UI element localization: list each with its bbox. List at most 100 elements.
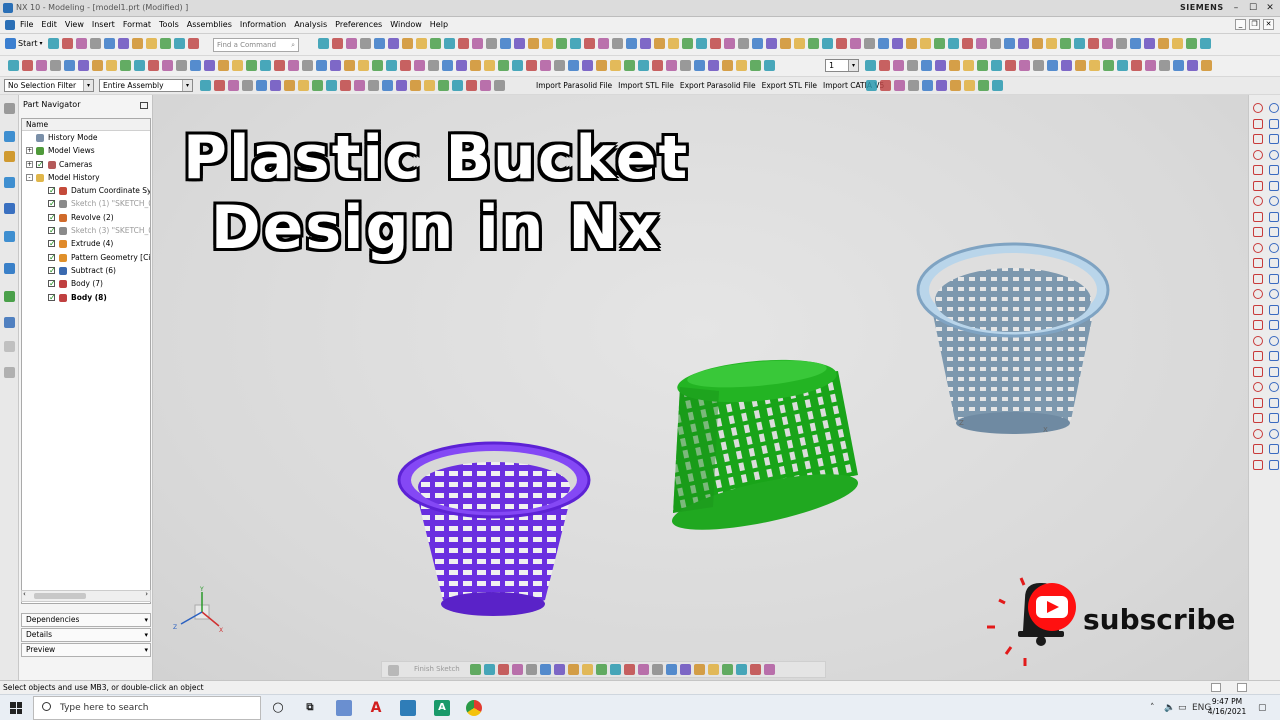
sketch-curve-tool-icon[interactable] [526,664,537,675]
tree-row[interactable]: History Mode [22,131,150,144]
display-tool-icon[interactable] [1103,60,1114,71]
snap-tool-icon[interactable] [466,80,477,91]
doc-restore-button[interactable]: ❐ [1249,19,1260,30]
sketch-curve-tool-icon[interactable] [750,664,761,675]
curve-tool-icon[interactable] [1269,118,1279,129]
snap-tool-icon[interactable] [396,80,407,91]
menu-analysis[interactable]: Analysis [294,20,327,29]
modeling-tool-icon[interactable] [976,38,987,49]
display-tool-icon[interactable] [1117,60,1128,71]
snap-tool-icon[interactable] [368,80,379,91]
snap-tool-icon[interactable] [326,80,337,91]
display-tool-icon[interactable] [1019,60,1030,71]
doc-close-button[interactable]: ✕ [1263,19,1274,30]
curve-tool-icon[interactable] [1269,428,1279,439]
misc-tool-icon[interactable] [894,80,905,91]
feature-tool-icon[interactable] [22,60,33,71]
cad-link-import-stl-file[interactable]: Import STL File [618,81,674,90]
curve-tool-icon[interactable] [1253,320,1263,330]
curve-tool-icon[interactable] [1253,149,1263,160]
file-tool-icon[interactable] [118,38,129,49]
menu-assemblies[interactable]: Assemblies [187,20,232,29]
file-tool-icon[interactable] [174,38,185,49]
nx-menu-icon[interactable] [5,20,15,30]
feature-tool-icon[interactable] [498,60,509,71]
task-view-icon[interactable]: ⧉ [302,700,318,716]
display-tool-icon[interactable] [865,60,876,71]
curve-tool-icon[interactable] [1253,180,1263,191]
modeling-tool-icon[interactable] [724,38,735,49]
modeling-tool-icon[interactable] [766,38,777,49]
modeling-tool-icon[interactable] [332,38,343,49]
modeling-tool-icon[interactable] [1046,38,1057,49]
curve-tool-icon[interactable] [1269,335,1279,346]
modeling-tool-icon[interactable] [612,38,623,49]
modeling-tool-icon[interactable] [1102,38,1113,49]
history-icon[interactable] [4,291,15,302]
sketch-curve-tool-icon[interactable] [540,664,551,675]
part-navigator-icon[interactable] [4,177,15,188]
tree-row[interactable]: Revolve (2) [22,211,150,224]
tree-row[interactable]: + Cameras [22,158,150,171]
visibility-checkbox[interactable] [48,251,56,264]
snap-tool-icon[interactable] [438,80,449,91]
feature-tool-icon[interactable] [204,60,215,71]
close-button[interactable]: ✕ [1262,1,1278,15]
modeling-tool-icon[interactable] [822,38,833,49]
feature-tool-icon[interactable] [36,60,47,71]
modeling-tool-icon[interactable] [416,38,427,49]
feature-tool-icon[interactable] [442,60,453,71]
hd3d-tools-icon[interactable] [4,231,15,242]
tray-arrow-icon[interactable]: ˄ [1150,703,1155,713]
curve-tool-icon[interactable] [1253,134,1263,144]
modeling-tool-icon[interactable] [500,38,511,49]
menu-preferences[interactable]: Preferences [335,20,382,29]
curve-tool-icon[interactable] [1269,444,1279,454]
misc-tool-icon[interactable] [964,80,975,91]
display-tool-icon[interactable] [921,60,932,71]
modeling-tool-icon[interactable] [1130,38,1141,49]
feature-tool-icon[interactable] [456,60,467,71]
sketch-curve-tool-icon[interactable] [484,664,495,675]
visibility-checkbox[interactable] [48,291,56,304]
tree-row[interactable]: Sketch (1) "SKETCH_0... [22,197,150,210]
feature-tool-icon[interactable] [344,60,355,71]
calculator-icon[interactable] [400,700,416,716]
sketch-curve-tool-icon[interactable] [638,664,649,675]
status-window-button[interactable] [1237,683,1247,692]
modeling-tool-icon[interactable] [360,38,371,49]
feature-tool-icon[interactable] [750,60,761,71]
constraint-navigator-icon[interactable] [4,151,15,162]
modeling-tool-icon[interactable] [514,38,525,49]
display-tool-icon[interactable] [949,60,960,71]
modeling-tool-icon[interactable] [458,38,469,49]
modeling-tool-icon[interactable] [542,38,553,49]
modeling-tool-icon[interactable] [920,38,931,49]
feature-tool-icon[interactable] [316,60,327,71]
feature-tool-icon[interactable] [260,60,271,71]
curve-tool-icon[interactable] [1253,351,1263,361]
modeling-tool-icon[interactable] [346,38,357,49]
windows-start-icon[interactable] [10,702,22,714]
feature-tool-icon[interactable] [78,60,89,71]
visibility-checkbox[interactable] [48,211,56,224]
feature-tool-icon[interactable] [330,60,341,71]
sketch-curve-tool-icon[interactable] [680,664,691,675]
modeling-tool-icon[interactable] [1116,38,1127,49]
scroll-left-icon[interactable]: ‹ [23,590,26,598]
feature-tool-icon[interactable] [176,60,187,71]
menu-tools[interactable]: Tools [159,20,179,29]
modeling-tool-icon[interactable] [584,38,595,49]
curve-tool-icon[interactable] [1269,180,1279,191]
tree-row[interactable]: Body (7) [22,277,150,290]
curve-tool-icon[interactable] [1253,366,1263,377]
curve-tool-icon[interactable] [1269,273,1279,284]
modeling-tool-icon[interactable] [668,38,679,49]
modeling-tool-icon[interactable] [374,38,385,49]
misc-tool-icon[interactable] [992,80,1003,91]
panel-details[interactable]: Details ▾ [21,628,151,642]
graphics-window[interactable]: Plastic Bucket Design in Nx Z X Y X Z su… [153,95,1248,680]
curve-tool-icon[interactable] [1253,211,1263,222]
feature-tool-icon[interactable] [120,60,131,71]
modeling-tool-icon[interactable] [472,38,483,49]
